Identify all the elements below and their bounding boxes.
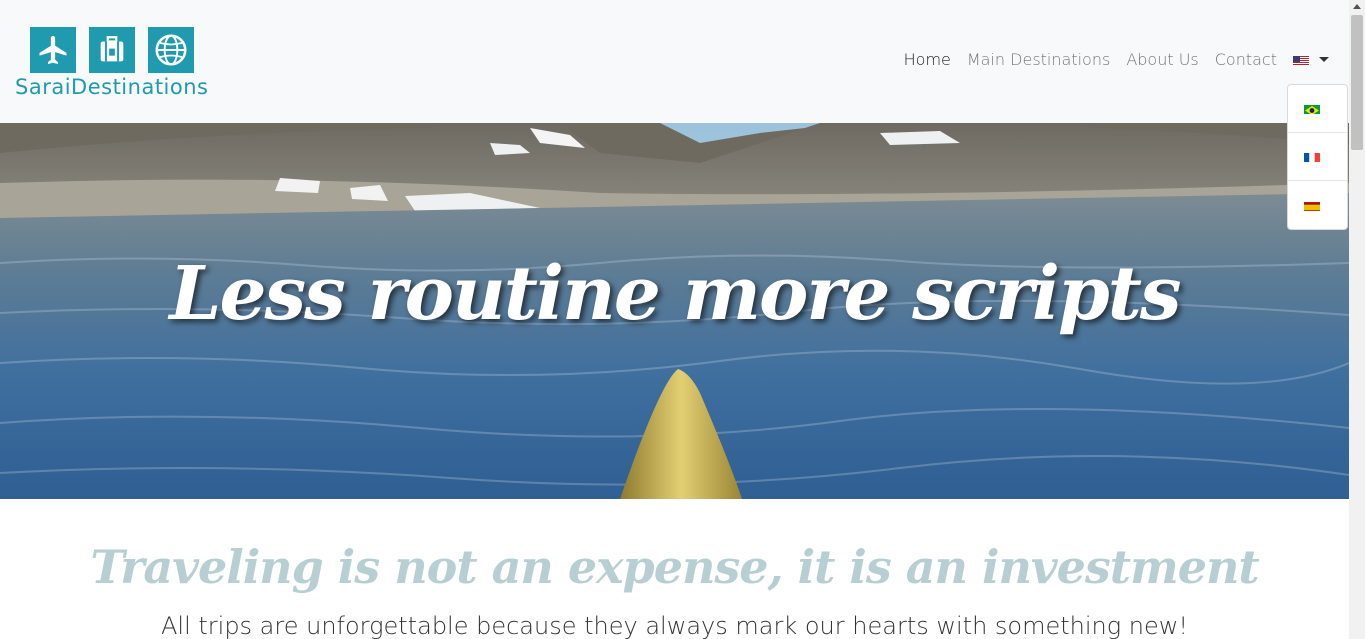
chevron-down-icon — [1319, 57, 1329, 62]
language-dropdown-menu — [1287, 84, 1348, 230]
language-option-portuguese[interactable] — [1288, 85, 1347, 133]
globe-icon — [148, 27, 194, 73]
suitcase-icon — [89, 27, 135, 73]
main-nav: Home Main Destinations About Us Contact — [896, 50, 1329, 69]
brazil-flag-icon — [1304, 103, 1320, 114]
page-scrollbar[interactable] — [1349, 0, 1365, 639]
language-option-french[interactable] — [1288, 133, 1347, 181]
language-dropdown-toggle[interactable] — [1285, 54, 1329, 65]
page: SaraiDestinations Home Main Destinations… — [0, 0, 1349, 639]
intro-tagline: Traveling is not an expense, it is an in… — [90, 540, 1259, 594]
nav-home-link[interactable]: Home — [896, 50, 959, 69]
intro-subtitle: All trips are unforgettable because they… — [160, 612, 1188, 639]
france-flag-icon — [1304, 151, 1320, 162]
brand-logo[interactable]: SaraiDestinations — [15, 27, 215, 99]
spain-flag-icon — [1304, 200, 1320, 211]
airplane-icon — [30, 27, 76, 73]
navbar: SaraiDestinations Home Main Destinations… — [0, 0, 1349, 123]
scroll-up-arrow-icon[interactable] — [1353, 4, 1361, 9]
scrollbar-thumb[interactable] — [1351, 15, 1363, 150]
language-option-spanish[interactable] — [1288, 181, 1347, 229]
nav-main-destinations-link[interactable]: Main Destinations — [959, 50, 1118, 69]
hero-title: Less routine more scripts — [169, 251, 1181, 337]
us-flag-icon — [1293, 54, 1309, 65]
hero-banner: Less routine more scripts — [0, 123, 1349, 499]
nav-about-us-link[interactable]: About Us — [1118, 50, 1206, 69]
brand-name: SaraiDestinations — [15, 75, 209, 99]
nav-contact-link[interactable]: Contact — [1207, 50, 1285, 69]
